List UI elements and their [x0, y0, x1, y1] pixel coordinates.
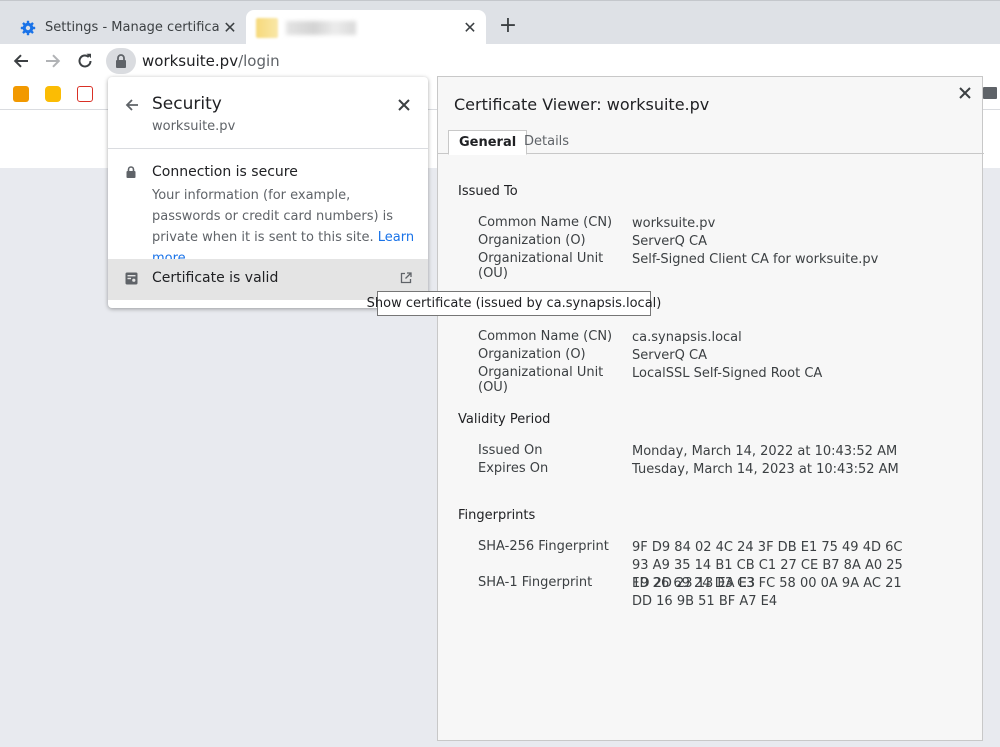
bookmark-folder-icon[interactable]: [983, 87, 997, 99]
viewer-title: Certificate Viewer: worksuite.pv: [454, 95, 710, 114]
close-icon[interactable]: [956, 84, 974, 102]
security-subtitle: worksuite.pv: [152, 119, 236, 134]
certificate-label: Certificate is valid: [152, 270, 279, 286]
url-path: /login: [238, 52, 280, 70]
forward-icon[interactable]: [40, 48, 66, 74]
connection-title: Connection is secure: [152, 164, 298, 180]
gmail-bookmark-icon[interactable]: [77, 86, 93, 102]
close-icon[interactable]: [394, 95, 414, 115]
tab-settings[interactable]: Settings - Manage certificates ✕: [8, 10, 246, 45]
back-arrow-icon[interactable]: [122, 95, 142, 115]
back-icon[interactable]: [8, 48, 34, 74]
url-text[interactable]: worksuite.pv/login: [142, 52, 280, 70]
lock-icon: [126, 166, 136, 178]
external-link-icon: [400, 272, 412, 284]
address-bar[interactable]: worksuite.pv/login: [106, 47, 1000, 75]
new-tab-icon[interactable]: +: [496, 15, 520, 39]
blurred-tab-title: [286, 20, 356, 35]
issued-to-heading: Issued To: [458, 184, 518, 199]
tab-details[interactable]: Details: [514, 130, 579, 154]
lock-icon: [116, 54, 126, 68]
security-title: Security: [152, 94, 222, 114]
tab-active[interactable]: ✕: [246, 10, 486, 45]
security-popup: Security worksuite.pv Connection is secu…: [108, 77, 428, 308]
certificate-icon: [125, 272, 138, 285]
toolbar: worksuite.pv/login: [0, 44, 1000, 78]
gear-icon: [20, 20, 36, 35]
reload-icon[interactable]: [72, 48, 98, 74]
tab-title: Settings - Manage certificates: [45, 20, 220, 35]
tab-close-icon[interactable]: ✕: [220, 18, 240, 38]
validity-heading: Validity Period: [458, 412, 551, 427]
tab-strip: Settings - Manage certificates ✕ ✕ +: [0, 0, 1000, 45]
tab-close-icon[interactable]: ✕: [460, 18, 480, 38]
connection-description: Your information (for example, passwords…: [152, 185, 416, 269]
viewer-tabs: General Details: [438, 130, 984, 155]
connection-section: Connection is secure Your information (f…: [108, 149, 428, 266]
certificate-viewer: Certificate Viewer: worksuite.pv General…: [437, 76, 984, 741]
site-info-button[interactable]: [106, 48, 136, 74]
fingerprints-heading: Fingerprints: [458, 508, 536, 523]
certificate-tooltip: Show certificate (issued by ca.synapsis.…: [367, 291, 661, 316]
url-host: worksuite.pv: [142, 52, 239, 70]
blogger-bookmark-icon[interactable]: [13, 86, 29, 102]
blurred-favicon-icon: [256, 17, 278, 38]
keep-bookmark-icon[interactable]: [45, 86, 61, 102]
security-popup-header: Security worksuite.pv: [108, 77, 428, 149]
